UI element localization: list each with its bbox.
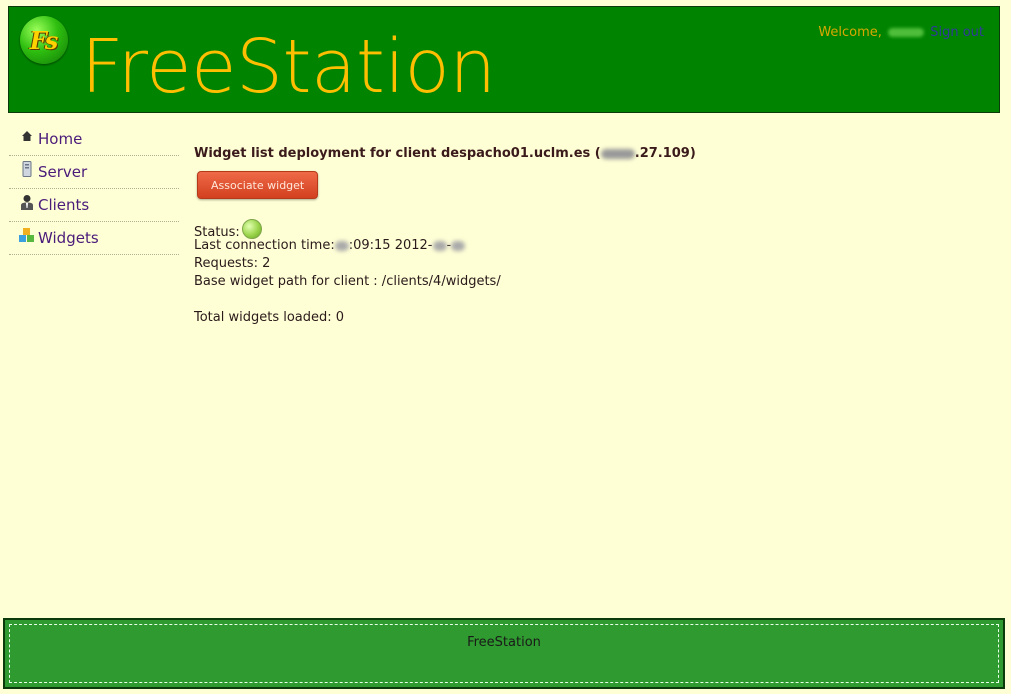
sidebar-item-label: Widgets [38, 229, 99, 247]
ip-redacted [600, 148, 635, 159]
freestation-logo-icon[interactable]: Fs [20, 16, 68, 64]
client-info: Status: Last connection time: :09:15 2012… [194, 219, 974, 327]
sidebar-nav: Home Server Clients Widgets [9, 123, 179, 255]
sidebar-item-label: Clients [38, 196, 90, 214]
requests-row: Requests: 2 [194, 256, 271, 271]
hour-redacted [334, 240, 349, 251]
home-icon [19, 128, 35, 144]
footer-inner: FreeStation [9, 624, 999, 683]
footer-text: FreeStation [467, 635, 541, 650]
welcome-text: Welcome, [818, 25, 882, 40]
day-redacted [451, 240, 466, 251]
sidebar-item-label: Home [38, 130, 83, 148]
page-title-text: Widget list deployment for client despac… [194, 146, 601, 161]
last-connection-row: Last connection time::09:15 2012- - [194, 237, 974, 255]
last-connection-label: Last connection time: [194, 238, 335, 253]
widgets-icon [19, 227, 35, 243]
base-path-row: Base widget path for client : /clients/4… [194, 274, 501, 289]
main-content: Widget list deployment for client despac… [194, 145, 974, 327]
last-connection-time: :09:15 2012- [348, 238, 433, 253]
welcome-bar: Welcome, Sign out [818, 25, 984, 40]
date-redacted [432, 240, 447, 251]
logo-text: Fs [29, 25, 59, 55]
server-icon [19, 161, 35, 177]
status-indicator-icon [241, 219, 262, 239]
site-header: Fs FreeStation Welcome, Sign out [8, 6, 1000, 113]
sidebar-item-label: Server [38, 163, 88, 181]
total-widgets-row: Total widgets loaded: 0 [194, 310, 345, 325]
page-title-ip-suffix: .27.109) [634, 146, 696, 161]
user-icon [19, 194, 35, 210]
page-title: Widget list deployment for client despac… [194, 145, 974, 163]
site-footer: FreeStation [3, 618, 1005, 689]
status-row: Status: [194, 219, 974, 240]
sidebar-item-server[interactable]: Server [9, 156, 179, 189]
sign-out-link[interactable]: Sign out [930, 25, 984, 40]
associate-widget-button[interactable]: Associate widget [197, 171, 319, 199]
sidebar-item-home[interactable]: Home [9, 123, 179, 156]
sidebar-item-clients[interactable]: Clients [9, 189, 179, 222]
site-title[interactable]: FreeStation [81, 25, 496, 109]
sidebar-item-widgets[interactable]: Widgets [9, 222, 179, 255]
username-redacted [888, 28, 925, 37]
